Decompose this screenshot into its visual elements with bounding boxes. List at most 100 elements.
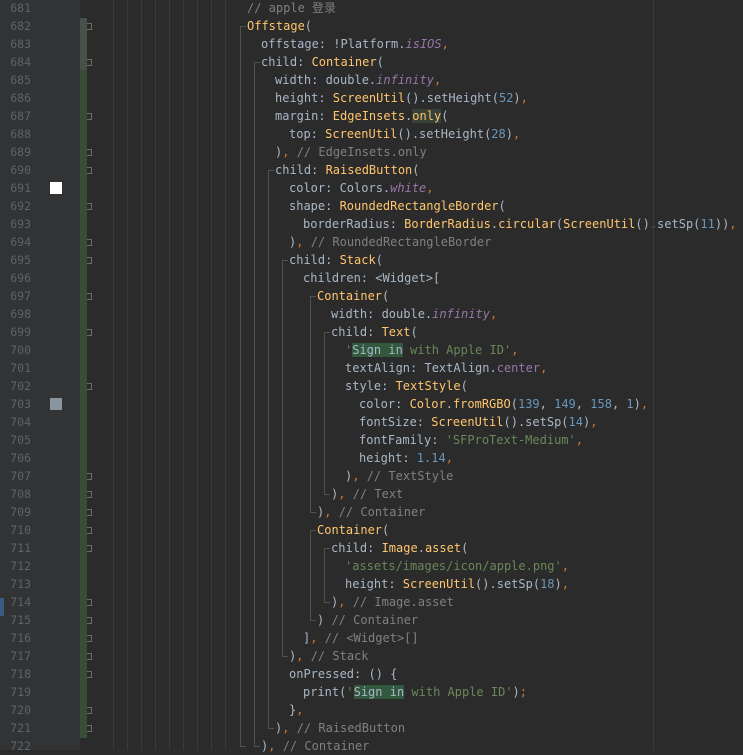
code-text: ), // TextStyle: [345, 467, 453, 485]
code-line[interactable]: 708), // Text: [0, 485, 743, 503]
line-number: 701: [10, 361, 31, 375]
code-line[interactable]: 718 onPressed: () {: [0, 665, 743, 683]
code-line[interactable]: 721), // RaisedButton: [0, 719, 743, 737]
code-line[interactable]: 705 fontFamily: 'SFProText-Medium',: [0, 431, 743, 449]
code-line[interactable]: 722), // Container: [0, 737, 743, 755]
code-line[interactable]: 711 child: Image.asset(: [0, 539, 743, 557]
code-line[interactable]: 693 borderRadius: BorderRadius.circular(S…: [0, 215, 743, 233]
code-text: borderRadius: BorderRadius.circular(Scre…: [303, 215, 737, 233]
code-line[interactable]: 707), // TextStyle: [0, 467, 743, 485]
code-token: 18: [540, 577, 555, 591]
code-line[interactable]: 701 textAlign: TextAlign.center,: [0, 359, 743, 377]
scope-guide-tick: [282, 260, 288, 261]
scope-guide: [310, 296, 311, 512]
code-line[interactable]: 694), // RoundedRectangleBorder: [0, 233, 743, 251]
code-line[interactable]: 710 Container(: [0, 521, 743, 539]
vcs-change-marker[interactable]: [80, 18, 87, 70]
line-number: 692: [10, 199, 31, 213]
code-token: ,: [729, 217, 737, 231]
code-token: (: [441, 109, 449, 123]
code-token: ;: [519, 685, 528, 699]
code-text: Container(: [317, 521, 389, 539]
scope-guide: [268, 170, 269, 728]
code-text: ), // Container: [317, 503, 425, 521]
code-line[interactable]: 699 child: Text(: [0, 323, 743, 341]
line-number: 685: [10, 73, 31, 87]
scope-guide: [324, 332, 325, 494]
scope-guide-tick: [310, 620, 316, 621]
line-number: 690: [10, 163, 31, 177]
code-line[interactable]: 688 top: ScreenUtil().setHeight(28),: [0, 125, 743, 143]
code-line[interactable]: 712 'assets/images/icon/apple.png',: [0, 557, 743, 575]
caret-line-marker: [0, 598, 4, 616]
code-line[interactable]: 695 child: Stack(: [0, 251, 743, 269]
code-line[interactable]: 720},: [0, 701, 743, 719]
code-line[interactable]: 696 children: <Widget>[: [0, 269, 743, 287]
code-line[interactable]: 685 width: double.infinity,: [0, 71, 743, 89]
line-number: 709: [10, 505, 31, 519]
code-line[interactable]: 704 fontSize: ScreenUtil().setSp(14),: [0, 413, 743, 431]
code-token: child:: [289, 253, 340, 267]
line-number: 710: [10, 523, 31, 537]
code-line[interactable]: 689), // EdgeInsets.only: [0, 143, 743, 161]
code-line[interactable]: 698 width: double.infinity,: [0, 305, 743, 323]
code-line[interactable]: 682 Offstage(: [0, 17, 743, 35]
code-line[interactable]: 703 color: Color.fromRGBO(139, 149, 158, …: [0, 395, 743, 413]
vcs-change-marker[interactable]: [80, 70, 87, 738]
code-token: top:: [289, 127, 326, 141]
scope-guide: [282, 260, 283, 656]
code-token: asset: [424, 541, 462, 555]
grey-color-swatch-icon[interactable]: [50, 398, 62, 410]
line-number: 714: [10, 595, 31, 609]
code-line[interactable]: 713 height: ScreenUtil().setSp(18),: [0, 575, 743, 593]
scope-guide-tick: [282, 656, 288, 657]
code-token: Offstage: [247, 19, 305, 33]
code-token: ().setSp(: [635, 217, 701, 231]
code-token: (: [460, 379, 468, 393]
code-line[interactable]: 716], // <Widget>[]: [0, 629, 743, 647]
code-line[interactable]: 714), // Image.asset: [0, 593, 743, 611]
code-line[interactable]: 700 'Sign in with Apple ID',: [0, 341, 743, 359]
code-token: fontFamily:: [359, 433, 446, 447]
code-line[interactable]: 683 offstage: !Platform.isIOS,: [0, 35, 743, 53]
line-number: 722: [10, 739, 31, 753]
line-number: 697: [10, 289, 31, 303]
code-text: ), // Text: [331, 485, 403, 503]
line-number: 702: [10, 379, 31, 393]
code-token: height:: [275, 91, 333, 105]
code-line[interactable]: 706 height: 1.14,: [0, 449, 743, 467]
code-line[interactable]: 687 margin: EdgeInsets.only(: [0, 107, 743, 125]
code-line[interactable]: 697 Container(: [0, 287, 743, 305]
code-token: center: [496, 361, 541, 375]
code-line[interactable]: 719 print('Sign in with Apple ID');: [0, 683, 743, 701]
code-text: height: 1.14,: [359, 449, 453, 467]
scope-guide-tick: [254, 746, 260, 747]
code-line[interactable]: 702 style: TextStyle(: [0, 377, 743, 395]
code-line[interactable]: 691 color: Colors.white,: [0, 179, 743, 197]
code-editor[interactable]: 681// apple 登录 682 Offstage(683 offstage: !…: [0, 0, 743, 753]
code-token: 158: [590, 397, 612, 411]
white-color-swatch-icon[interactable]: [50, 182, 62, 194]
line-number: 721: [10, 721, 31, 735]
code-line[interactable]: 681 // apple 登录: [0, 0, 743, 17]
code-text: ), // EdgeInsets.only: [275, 143, 427, 161]
code-line[interactable]: 686 height: ScreenUtil().setHeight(52),: [0, 89, 743, 107]
code-token: EdgeInsets: [332, 109, 406, 123]
code-token: ,: [489, 307, 498, 321]
code-token: // Text: [345, 487, 404, 501]
code-line[interactable]: 690 child: RaisedButton(: [0, 161, 743, 179]
code-token: (: [375, 253, 383, 267]
line-number: 687: [10, 109, 31, 123]
code-token: child:: [331, 541, 382, 555]
line-number: 719: [10, 685, 31, 699]
code-line[interactable]: 715) // Container: [0, 611, 743, 629]
code-line[interactable]: 692 shape: RoundedRectangleBorder(: [0, 197, 743, 215]
code-token: // <Widget>[]: [317, 631, 419, 645]
code-token: with Apple ID': [402, 343, 512, 357]
code-line[interactable]: 709 ), // Container: [0, 503, 743, 521]
code-token: // EdgeInsets.only: [289, 145, 427, 159]
code-token: ScreenUtil: [563, 217, 636, 231]
code-line[interactable]: 717), // Stack: [0, 647, 743, 665]
code-token: 139: [517, 397, 540, 411]
code-line[interactable]: 684 child: Container(: [0, 53, 743, 71]
